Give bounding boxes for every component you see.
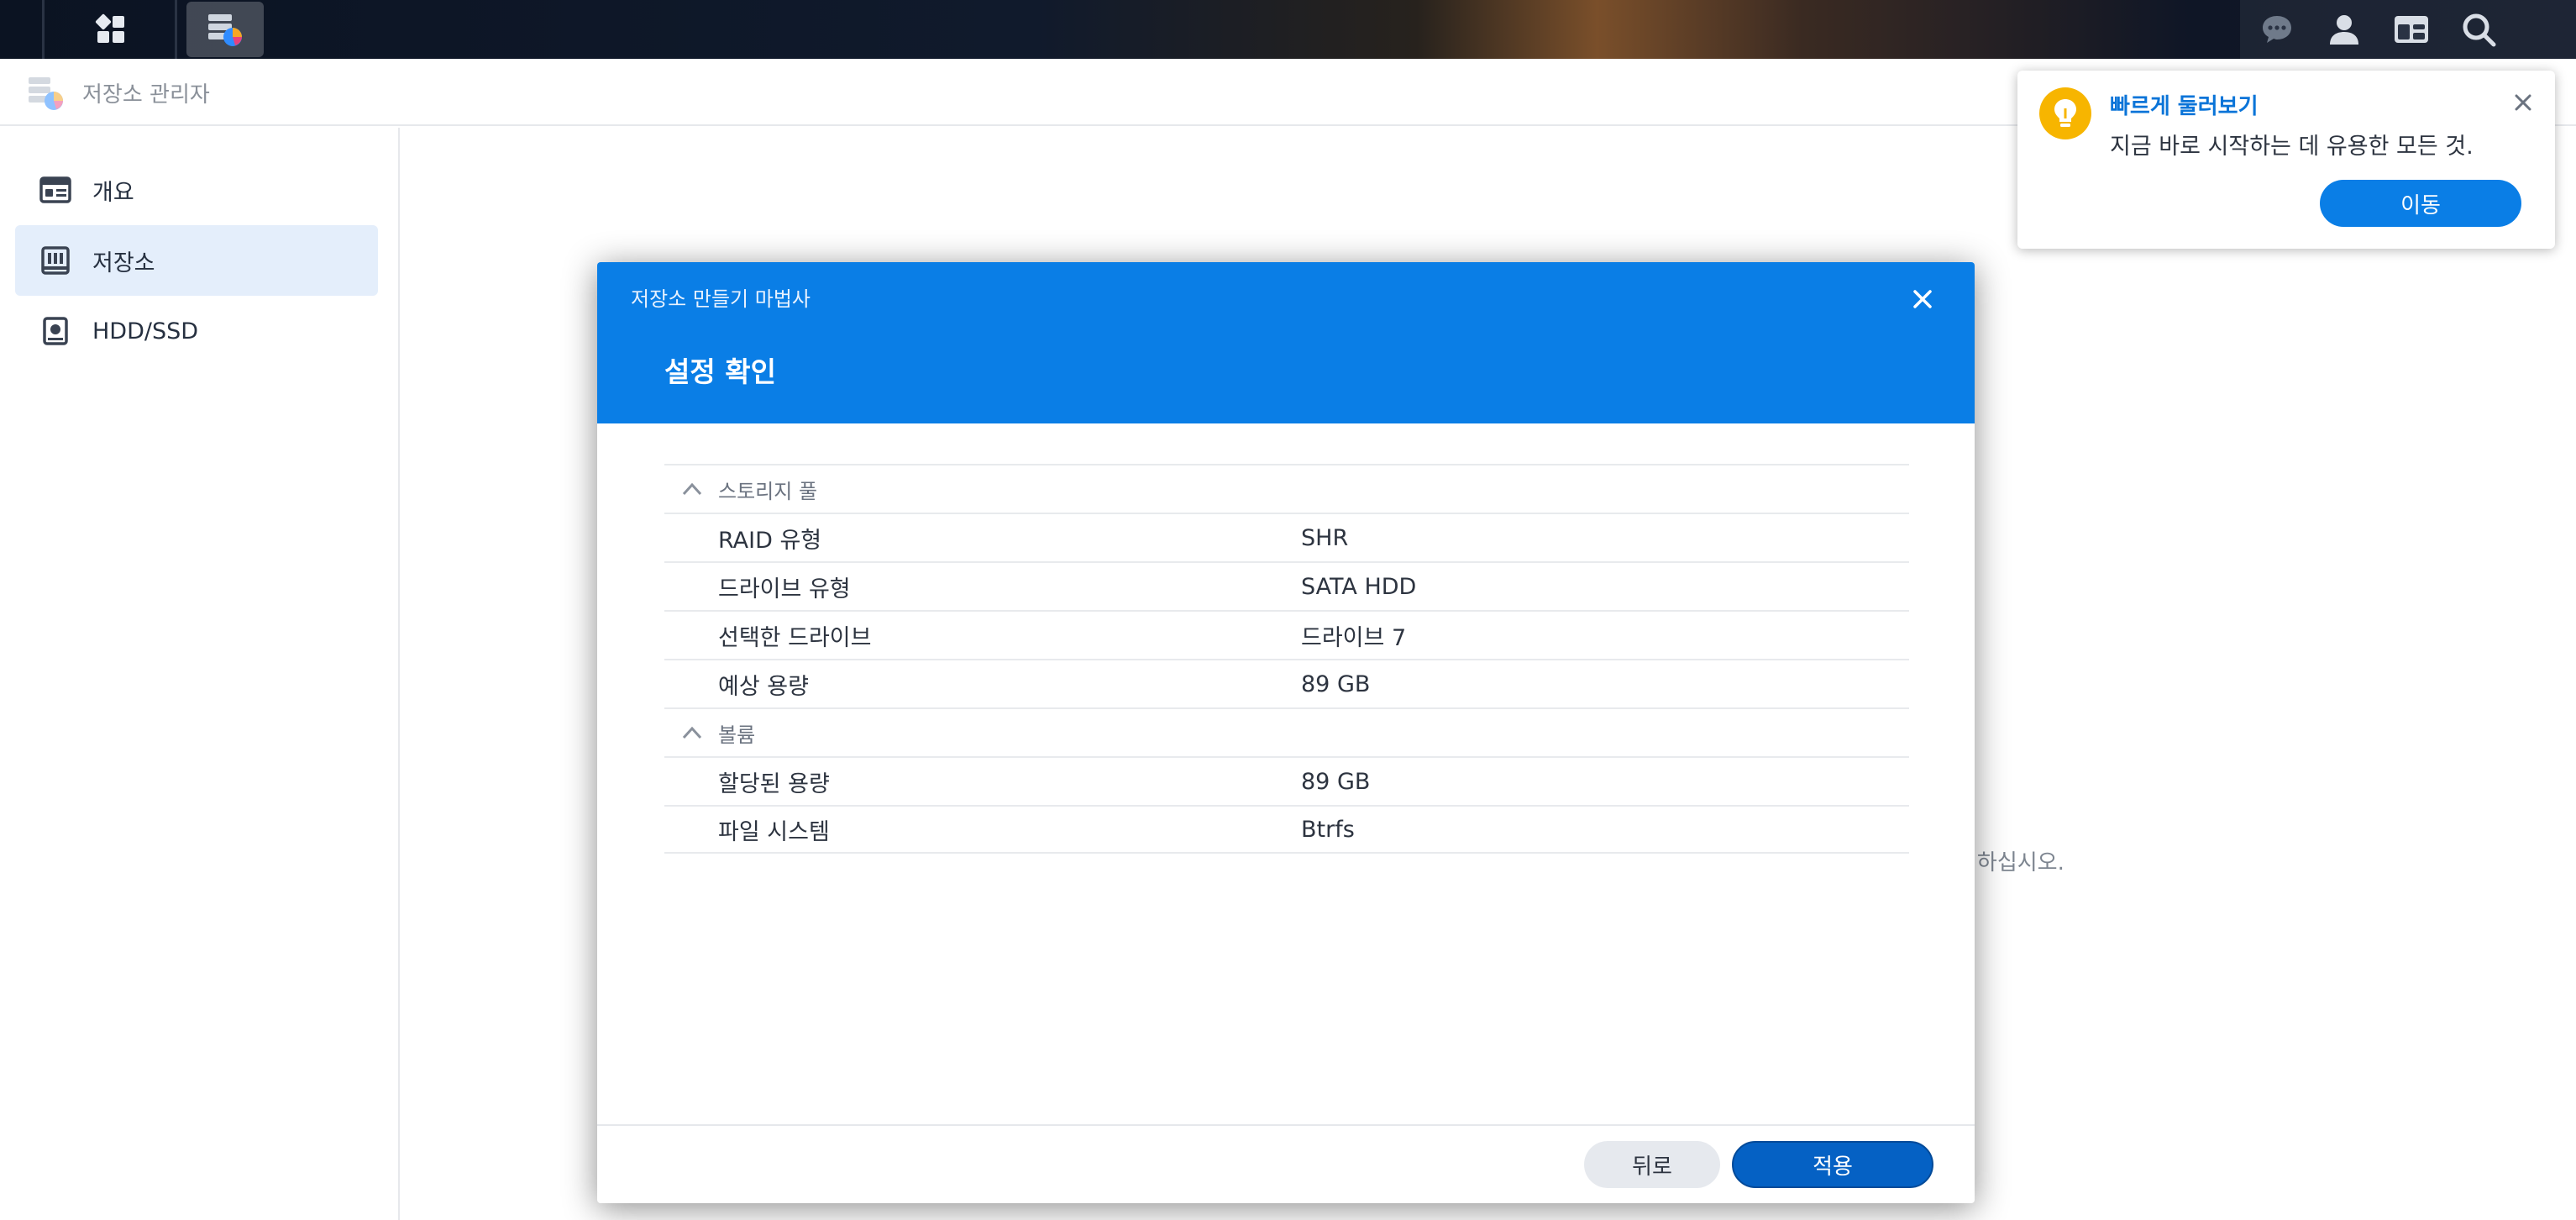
table-row: 선택한 드라이브 드라이브 7 bbox=[664, 610, 1909, 659]
taskbar-storage-manager-button[interactable] bbox=[186, 2, 264, 57]
chevron-up-icon bbox=[682, 482, 702, 496]
row-key: 선택한 드라이브 bbox=[718, 624, 872, 651]
group-header-storage-pool[interactable]: 스토리지 풀 bbox=[664, 464, 1909, 513]
toast-close-button[interactable] bbox=[2508, 87, 2538, 118]
table-row: 파일 시스템 Btrfs bbox=[664, 805, 1909, 854]
group-label: 스토리지 풀 bbox=[718, 479, 818, 503]
table-row: 할당된 용량 89 GB bbox=[664, 756, 1909, 805]
sidebar-item-overview[interactable]: 개요 bbox=[15, 155, 378, 225]
taskbar bbox=[0, 0, 2576, 59]
apply-button[interactable]: 적용 bbox=[1732, 1141, 1933, 1188]
chat-button[interactable] bbox=[2243, 0, 2311, 59]
app-title: 저장소 관리자 bbox=[82, 82, 210, 108]
user-button[interactable] bbox=[2311, 0, 2378, 59]
widgets-button[interactable] bbox=[2378, 0, 2445, 59]
grid-menu-icon bbox=[95, 13, 124, 43]
settings-summary-table: 스토리지 풀 RAID 유형 SHR 드라이브 유형 SATA HDD 선택한 … bbox=[664, 464, 1909, 854]
lightbulb-icon bbox=[2039, 87, 2091, 139]
sidebar-item-label: 개요 bbox=[92, 179, 134, 206]
close-icon bbox=[1913, 290, 1932, 308]
storage-manager-app-icon bbox=[208, 14, 242, 46]
table-row: 드라이브 유형 SATA HDD bbox=[664, 561, 1909, 610]
row-key: 파일 시스템 bbox=[718, 818, 830, 845]
row-value: 드라이브 7 bbox=[1301, 624, 1407, 651]
sidebar: 개요 저장소 HDD/SSD bbox=[0, 128, 400, 1220]
sidebar-item-label: HDD/SSD bbox=[92, 318, 199, 344]
row-key: 드라이브 유형 bbox=[718, 576, 851, 602]
dialog-close-button[interactable] bbox=[1904, 281, 1941, 318]
table-row: RAID 유형 SHR bbox=[664, 513, 1909, 561]
toast-body: 지금 바로 시작하는 데 유용한 모든 것. bbox=[2110, 134, 2474, 160]
row-key: 예상 용량 bbox=[718, 673, 809, 700]
sidebar-item-storage[interactable]: 저장소 bbox=[15, 225, 378, 296]
storage-columns-icon bbox=[39, 244, 72, 277]
search-icon bbox=[2463, 13, 2496, 47]
sidebar-item-label: 저장소 bbox=[92, 250, 155, 276]
close-icon bbox=[2515, 94, 2531, 111]
row-value: 89 GB bbox=[1301, 768, 1371, 795]
main-menu-button[interactable] bbox=[72, 0, 150, 59]
back-button[interactable]: 뒤로 bbox=[1584, 1141, 1720, 1188]
row-value: SATA HDD bbox=[1301, 573, 1417, 600]
taskbar-divider bbox=[42, 0, 45, 59]
go-button[interactable]: 이동 bbox=[2320, 180, 2521, 227]
widgets-icon bbox=[2395, 16, 2428, 43]
create-storage-wizard-dialog: 저장소 만들기 마법사 설정 확인 스토리지 풀 RAID 유형 SHR 드라이… bbox=[597, 262, 1975, 1203]
row-key: 할당된 용량 bbox=[718, 770, 830, 797]
sidebar-item-hdd-ssd[interactable]: HDD/SSD bbox=[15, 296, 378, 366]
taskbar-tray bbox=[2240, 0, 2576, 59]
storage-manager-icon bbox=[29, 77, 63, 110]
group-label: 볼륨 bbox=[718, 723, 756, 747]
toast-title: 빠르게 둘러보기 bbox=[2110, 94, 2259, 119]
row-key: RAID 유형 bbox=[718, 527, 822, 554]
taskbar-divider bbox=[175, 0, 177, 59]
dialog-header: 저장소 만들기 마법사 설정 확인 bbox=[597, 262, 1975, 423]
chat-bubble-icon bbox=[2263, 16, 2291, 43]
chevron-up-icon bbox=[682, 726, 702, 739]
dialog-footer: 뒤로 적용 bbox=[597, 1124, 1975, 1203]
row-value: SHR bbox=[1301, 524, 1349, 551]
row-value: 89 GB bbox=[1301, 670, 1371, 697]
disk-icon bbox=[39, 314, 72, 348]
table-row: 예상 용량 89 GB bbox=[664, 659, 1909, 707]
overview-card-icon bbox=[39, 173, 72, 207]
row-value: Btrfs bbox=[1301, 816, 1355, 843]
wizard-title: 저장소 만들기 마법사 bbox=[631, 287, 811, 311]
group-header-volume[interactable]: 볼륨 bbox=[664, 707, 1909, 756]
user-icon bbox=[2330, 15, 2358, 45]
search-button[interactable] bbox=[2445, 0, 2512, 59]
quick-tour-notification: 빠르게 둘러보기 지금 바로 시작하는 데 유용한 모든 것. 이동 bbox=[2017, 71, 2555, 249]
step-title: 설정 확인 bbox=[664, 355, 776, 388]
